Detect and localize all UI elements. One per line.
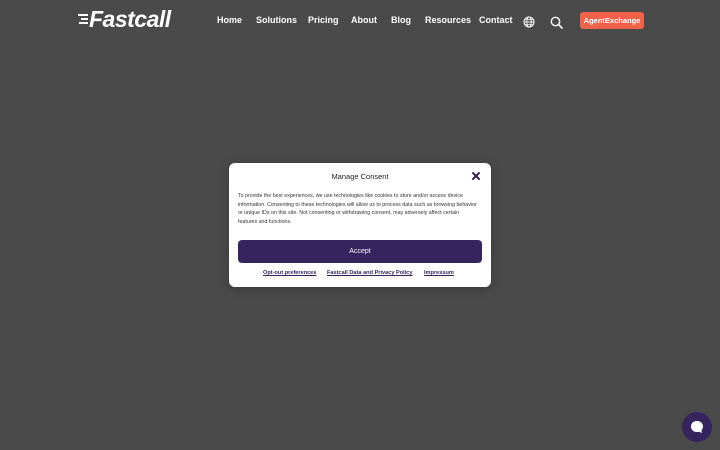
impressum-link[interactable]: Impressum [424,270,454,276]
search-icon[interactable] [550,16,563,29]
accept-button[interactable]: Accept [238,240,482,263]
consent-body-text: To provide the best experiences, we use … [238,193,477,225]
site-header: Fastcall Home Solutions Pricing About Bl… [0,0,720,42]
nav-home[interactable]: Home [217,15,242,25]
privacy-policy-link[interactable]: Fastcall Data and Privacy Policy [327,270,413,276]
nav-resources[interactable]: Resources [425,15,471,25]
chat-launcher-button[interactable] [682,412,712,442]
close-icon[interactable] [471,171,481,181]
chat-bubble-icon [691,421,703,433]
nav-solutions[interactable]: Solutions [256,15,297,25]
nav-contact[interactable]: Contact [479,15,513,25]
globe-icon[interactable] [523,16,535,28]
consent-links: Opt-out preferences Fastcall Data and Pr… [229,270,491,280]
nav-about[interactable]: About [351,15,377,25]
nav-pricing[interactable]: Pricing [308,15,339,25]
opt-out-preferences-link[interactable]: Opt-out preferences [263,270,316,276]
agentexchange-button[interactable]: AgentExchange [580,12,644,29]
consent-dialog: Manage Consent To provide the best exper… [229,163,491,287]
consent-title: Manage Consent [331,172,389,181]
nav-blog[interactable]: Blog [391,15,411,25]
